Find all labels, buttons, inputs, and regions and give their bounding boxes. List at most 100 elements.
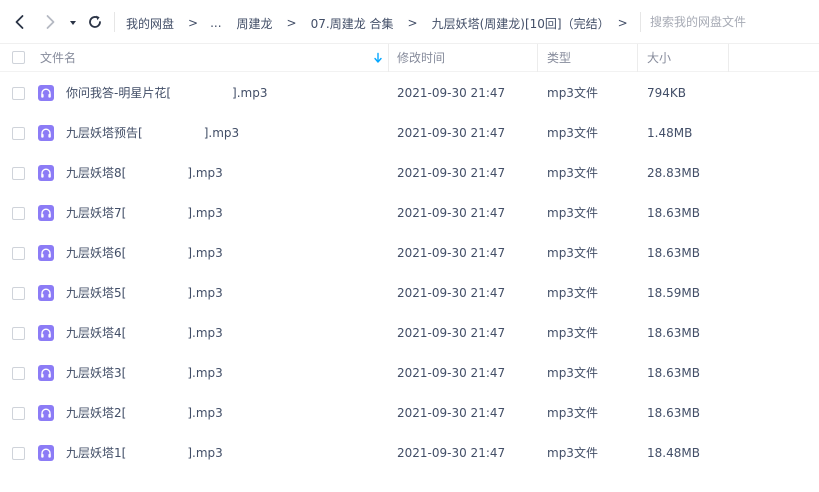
select-all-checkbox[interactable] xyxy=(12,51,25,64)
audio-file-headphones-icon xyxy=(38,285,54,301)
row-checkbox[interactable] xyxy=(12,87,25,100)
file-size: 18.63MB xyxy=(647,366,700,380)
file-name[interactable]: 九层妖塔6[ ].mp3 xyxy=(66,233,223,273)
file-row[interactable]: 九层妖塔7[ ].mp3 2021-09-30 21:47 mp3文件 18.6… xyxy=(0,193,819,233)
column-divider[interactable] xyxy=(728,44,729,72)
file-modified-time: 2021-09-30 21:47 xyxy=(397,286,506,300)
forward-button[interactable] xyxy=(40,12,60,32)
audio-file-headphones-icon xyxy=(38,205,54,221)
file-row[interactable]: 九层妖塔6[ ].mp3 2021-09-30 21:47 mp3文件 18.6… xyxy=(0,233,819,273)
file-size: 18.59MB xyxy=(647,286,700,300)
file-modified-time: 2021-09-30 21:47 xyxy=(397,446,506,460)
column-header-name[interactable]: 文件名 xyxy=(40,44,76,72)
refresh-icon xyxy=(89,15,101,28)
audio-file-headphones-icon xyxy=(38,365,54,381)
column-divider[interactable] xyxy=(637,44,638,72)
file-modified-time: 2021-09-30 21:47 xyxy=(397,126,506,140)
row-checkbox[interactable] xyxy=(12,447,25,460)
file-size: 794KB xyxy=(647,86,687,100)
file-name[interactable]: 九层妖塔5[ ].mp3 xyxy=(66,273,223,313)
file-row[interactable]: 九层妖塔预告[ ].mp3 2021-09-30 21:47 mp3文件 1.4… xyxy=(0,113,819,153)
file-size: 18.63MB xyxy=(647,246,700,260)
audio-file-headphones-icon xyxy=(38,325,54,341)
file-type: mp3文件 xyxy=(547,86,598,100)
file-modified-time: 2021-09-30 21:47 xyxy=(397,166,506,180)
file-size: 18.63MB xyxy=(647,406,700,420)
breadcrumb-item[interactable]: 我的网盘 xyxy=(126,15,174,32)
column-divider[interactable] xyxy=(537,44,538,72)
row-checkbox[interactable] xyxy=(12,207,25,220)
file-size: 28.83MB xyxy=(647,166,700,180)
toolbar-divider xyxy=(114,12,115,32)
file-row[interactable]: 九层妖塔5[ ].mp3 2021-09-30 21:47 mp3文件 18.5… xyxy=(0,273,819,313)
file-type: mp3文件 xyxy=(547,206,598,220)
sort-down-arrow-icon[interactable] xyxy=(372,52,384,64)
breadcrumb: 我的网盘 > ... 周建龙 > 07.周建龙 合集 > 九层妖塔(周建龙)[1… xyxy=(126,14,628,32)
file-type: mp3文件 xyxy=(547,286,598,300)
file-modified-time: 2021-09-30 21:47 xyxy=(397,326,506,340)
file-name[interactable]: 九层妖塔1[ ].mp3 xyxy=(66,433,223,473)
breadcrumb-item[interactable]: ... xyxy=(210,16,221,30)
back-button[interactable] xyxy=(10,12,30,32)
file-type: mp3文件 xyxy=(547,446,598,460)
audio-file-headphones-icon xyxy=(38,445,54,461)
file-row[interactable]: 你问我答-明星片花[ ].mp3 2021-09-30 21:47 mp3文件 … xyxy=(0,73,819,113)
file-modified-time: 2021-09-30 21:47 xyxy=(397,366,506,380)
breadcrumb-item[interactable]: 07.周建龙 合集 xyxy=(311,15,394,32)
breadcrumb-item[interactable]: 周建龙 xyxy=(237,15,273,32)
file-modified-time: 2021-09-30 21:47 xyxy=(397,206,506,220)
breadcrumb-separator: > xyxy=(286,16,297,30)
audio-file-headphones-icon xyxy=(38,85,54,101)
search-divider xyxy=(640,12,641,32)
file-modified-time: 2021-09-30 21:47 xyxy=(397,246,506,260)
chevron-left-icon xyxy=(15,15,24,29)
file-type: mp3文件 xyxy=(547,246,598,260)
row-checkbox[interactable] xyxy=(12,127,25,140)
file-row[interactable]: 九层妖塔3[ ].mp3 2021-09-30 21:47 mp3文件 18.6… xyxy=(0,353,819,393)
column-header-type[interactable]: 类型 xyxy=(547,44,571,72)
file-type: mp3文件 xyxy=(547,166,598,180)
file-modified-time: 2021-09-30 21:47 xyxy=(397,406,506,420)
file-type: mp3文件 xyxy=(547,126,598,140)
history-dropdown[interactable] xyxy=(66,12,80,32)
file-name[interactable]: 九层妖塔预告[ ].mp3 xyxy=(66,113,239,153)
breadcrumb-item-current: 九层妖塔(周建龙)[10回]（完结） xyxy=(431,16,610,31)
file-name[interactable]: 九层妖塔3[ ].mp3 xyxy=(66,353,223,393)
file-name[interactable]: 九层妖塔2[ ].mp3 xyxy=(66,393,223,433)
row-checkbox[interactable] xyxy=(12,287,25,300)
breadcrumb-separator: > xyxy=(407,16,418,30)
file-type: mp3文件 xyxy=(547,326,598,340)
file-size: 18.48MB xyxy=(647,446,700,460)
file-size: 18.63MB xyxy=(647,326,700,340)
audio-file-headphones-icon xyxy=(38,125,54,141)
refresh-button[interactable] xyxy=(85,12,105,32)
row-checkbox[interactable] xyxy=(12,407,25,420)
audio-file-headphones-icon xyxy=(38,405,54,421)
file-row[interactable]: 九层妖塔4[ ].mp3 2021-09-30 21:47 mp3文件 18.6… xyxy=(0,313,819,353)
file-list-header: 文件名 修改时间 类型 大小 xyxy=(0,44,819,72)
file-type: mp3文件 xyxy=(547,406,598,420)
caret-down-icon xyxy=(70,21,76,25)
breadcrumb-separator: > xyxy=(617,16,628,30)
search-input[interactable] xyxy=(650,12,810,32)
row-checkbox[interactable] xyxy=(12,327,25,340)
file-name[interactable]: 九层妖塔8[ ].mp3 xyxy=(66,153,223,193)
file-size: 1.48MB xyxy=(647,126,693,140)
file-row[interactable]: 九层妖塔2[ ].mp3 2021-09-30 21:47 mp3文件 18.6… xyxy=(0,393,819,433)
file-type: mp3文件 xyxy=(547,366,598,380)
file-row[interactable]: 九层妖塔8[ ].mp3 2021-09-30 21:47 mp3文件 28.8… xyxy=(0,153,819,193)
row-checkbox[interactable] xyxy=(12,247,25,260)
file-modified-time: 2021-09-30 21:47 xyxy=(397,86,506,100)
column-header-size[interactable]: 大小 xyxy=(647,44,671,72)
file-name[interactable]: 九层妖塔7[ ].mp3 xyxy=(66,193,223,233)
file-name[interactable]: 你问我答-明星片花[ ].mp3 xyxy=(66,73,267,113)
breadcrumb-separator: > xyxy=(188,16,199,30)
toolbar: 我的网盘 > ... 周建龙 > 07.周建龙 合集 > 九层妖塔(周建龙)[1… xyxy=(0,0,819,44)
file-name[interactable]: 九层妖塔4[ ].mp3 xyxy=(66,313,223,353)
audio-file-headphones-icon xyxy=(38,245,54,261)
column-header-modified[interactable]: 修改时间 xyxy=(397,44,445,72)
row-checkbox[interactable] xyxy=(12,167,25,180)
column-divider[interactable] xyxy=(388,44,389,72)
row-checkbox[interactable] xyxy=(12,367,25,380)
file-row[interactable]: 九层妖塔1[ ].mp3 2021-09-30 21:47 mp3文件 18.4… xyxy=(0,433,819,473)
